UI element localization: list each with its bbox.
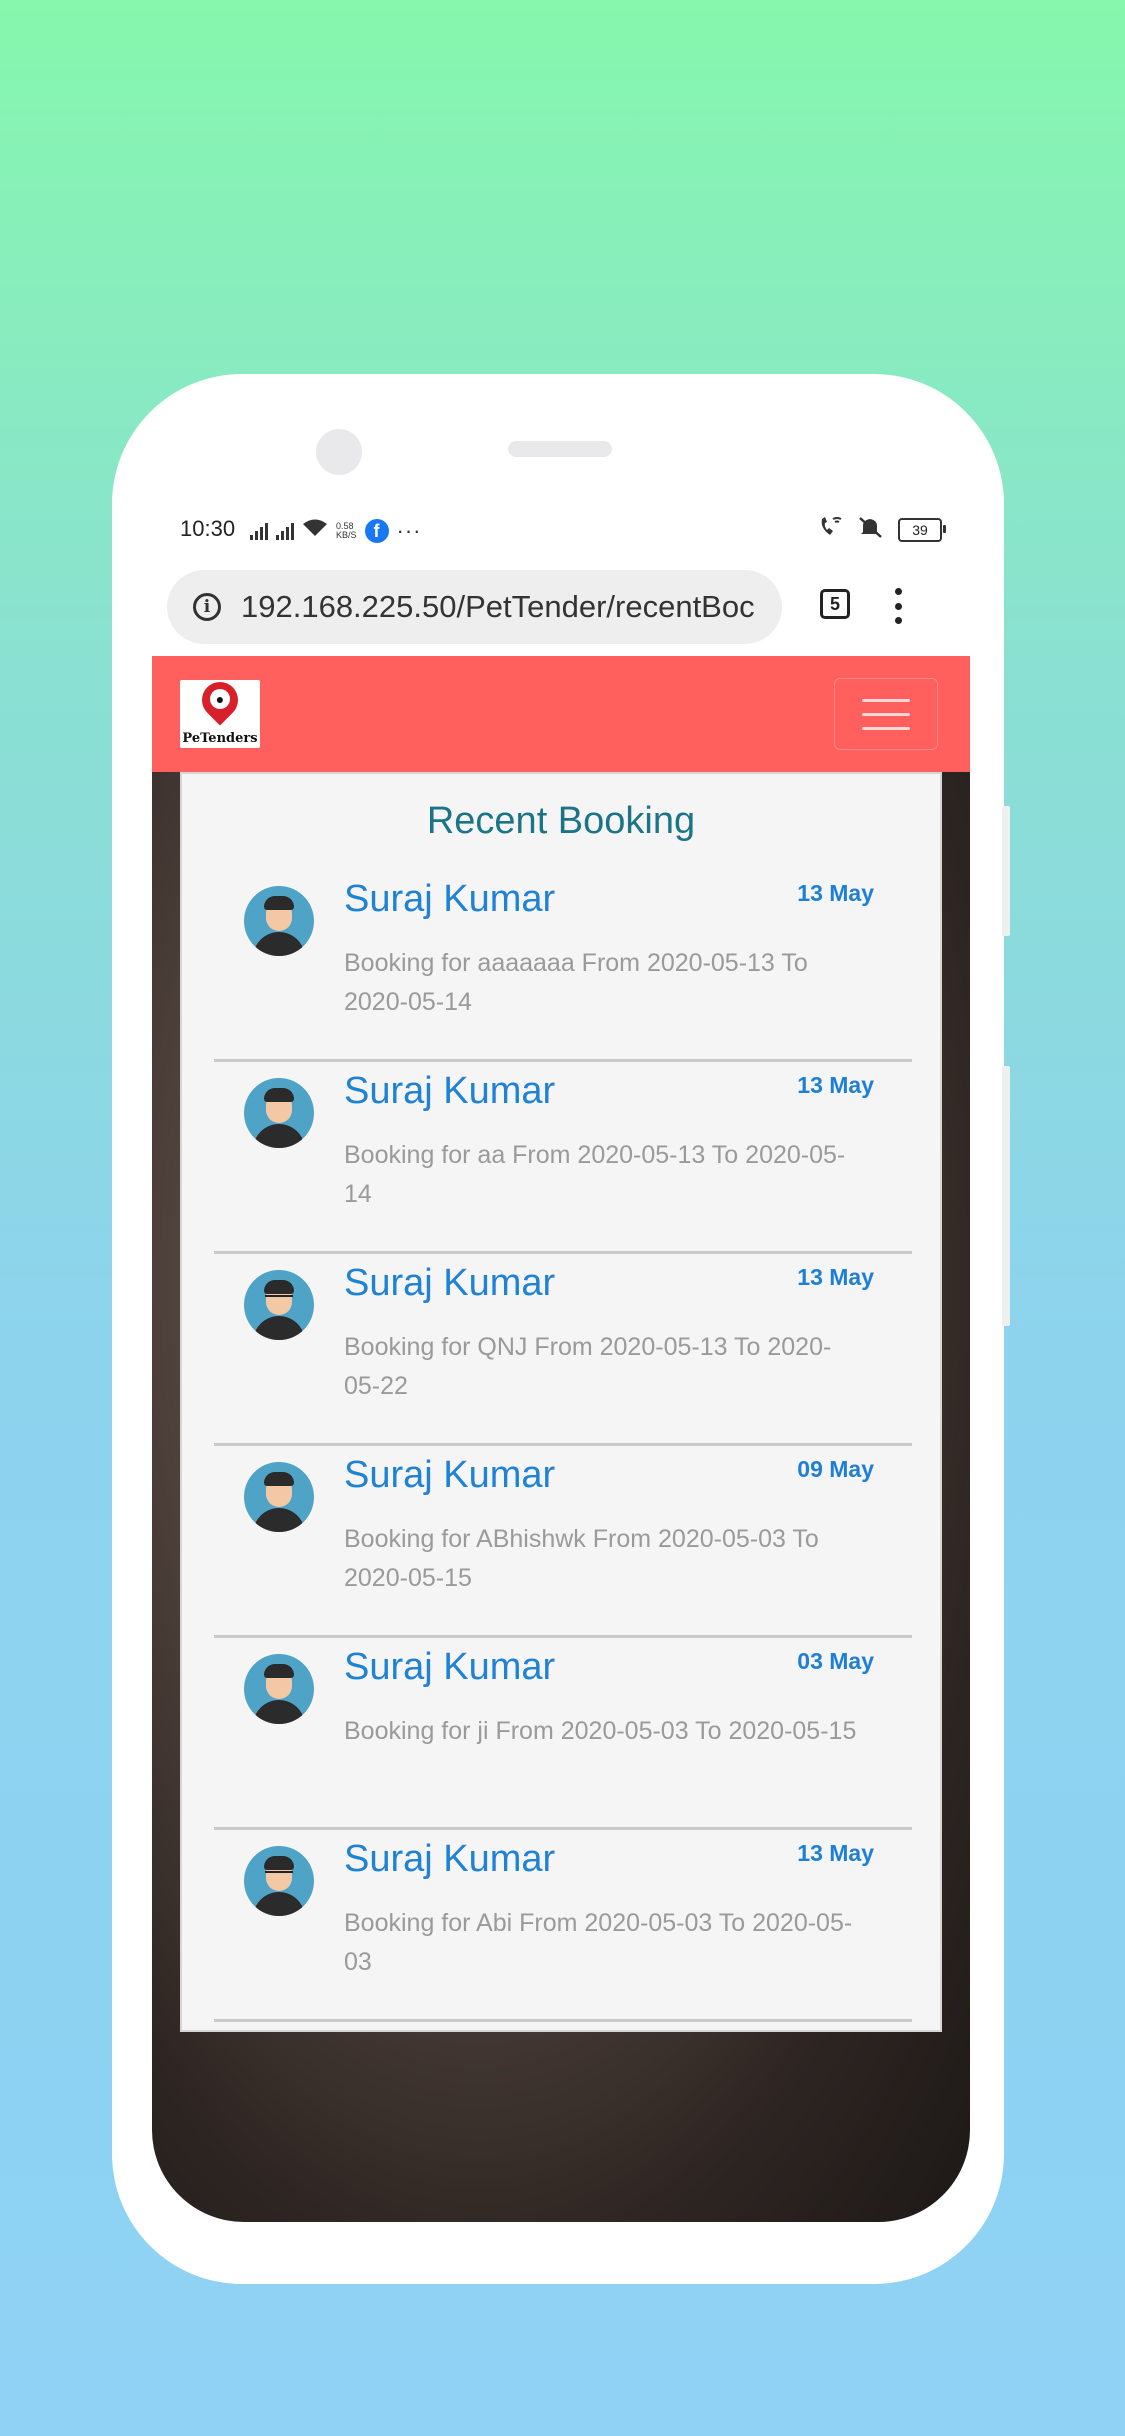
booking-date: 13 May	[797, 1264, 874, 1290]
booking-user-name: Suraj Kumar	[344, 1070, 556, 1112]
booking-description: Booking for Abi From 2020-05-03 To 2020-…	[344, 1909, 853, 1976]
booking-item[interactable]: Suraj Kumar 03 May Booking for ji From 2…	[214, 1638, 912, 1830]
phone-frame: 10:30 0.58 KB/S f ··· 39 i 192.168.225.5…	[112, 374, 1010, 2284]
address-bar[interactable]: i 192.168.225.50/PetTender/recentBoc	[167, 570, 782, 644]
booking-user-name: Suraj Kumar	[344, 878, 556, 920]
booking-item[interactable]: Suraj Kumar 13 May Booking for QNJ From …	[214, 1254, 912, 1446]
booking-user-name: Suraj Kumar	[344, 1838, 556, 1880]
facebook-icon: f	[364, 519, 389, 543]
booking-user-name: Suraj Kumar	[344, 1262, 556, 1304]
booking-item[interactable]: Suraj Kumar 13 May Booking for aaaaaaa F…	[214, 870, 912, 1062]
booking-description: Booking for aaaaaaa From 2020-05-13 To 2…	[344, 949, 808, 1016]
status-left-icons: 0.58 KB/S f ···	[250, 518, 422, 544]
status-time: 10:30	[180, 516, 236, 541]
power-button	[1002, 1066, 1010, 1326]
volume-button	[1002, 806, 1010, 936]
signal-icon	[250, 522, 268, 540]
status-right-icons: 39	[818, 516, 946, 544]
status-bar: 10:30 0.58 KB/S f ··· 39	[152, 500, 970, 560]
browser-toolbar: i 192.168.225.50/PetTender/recentBoc 5	[152, 564, 970, 652]
web-page: ● PeTenders Recent Booking Suraj Kumar 1…	[152, 656, 970, 2222]
booking-list: Suraj Kumar 13 May Booking for aaaaaaa F…	[214, 870, 912, 2022]
site-navbar: ● PeTenders	[152, 656, 970, 772]
logo-text: PeTenders	[182, 731, 258, 746]
tab-switcher-button[interactable]: 5	[820, 589, 850, 619]
avatar	[244, 1078, 314, 1148]
recent-booking-card: Recent Booking Suraj Kumar 13 May Bookin…	[180, 772, 942, 2032]
browser-menu-icon[interactable]	[894, 588, 902, 624]
hamburger-menu-button[interactable]	[834, 678, 938, 750]
booking-item[interactable]: Suraj Kumar 13 May Booking for Abi From …	[214, 1830, 912, 2022]
booking-description: Booking for ji From 2020-05-03 To 2020-0…	[344, 1717, 857, 1745]
front-camera	[316, 429, 362, 475]
earpiece-speaker	[508, 441, 612, 457]
paw-icon: ●	[210, 689, 230, 709]
booking-user-name: Suraj Kumar	[344, 1454, 556, 1496]
avatar	[244, 886, 314, 956]
mute-icon	[858, 516, 884, 544]
wifi-call-icon	[818, 516, 844, 544]
booking-description: Booking for ABhishwk From 2020-05-03 To …	[344, 1525, 819, 1592]
booking-date: 13 May	[797, 1072, 874, 1098]
info-icon[interactable]: i	[193, 593, 221, 621]
booking-item[interactable]: Suraj Kumar 13 May Booking for aa From 2…	[214, 1062, 912, 1254]
site-logo[interactable]: ● PeTenders	[180, 674, 260, 748]
signal-icon-2	[276, 522, 294, 540]
url-text[interactable]: 192.168.225.50/PetTender/recentBoc	[241, 589, 766, 625]
avatar	[244, 1846, 314, 1916]
avatar	[244, 1654, 314, 1724]
battery-icon: 39	[898, 518, 946, 542]
avatar	[244, 1462, 314, 1532]
page-title: Recent Booking	[426, 800, 696, 842]
wifi-icon	[302, 518, 328, 544]
booking-user-name: Suraj Kumar	[344, 1646, 556, 1688]
booking-description: Booking for QNJ From 2020-05-13 To 2020-…	[344, 1333, 832, 1400]
booking-date: 13 May	[797, 1840, 874, 1866]
booking-description: Booking for aa From 2020-05-13 To 2020-0…	[344, 1141, 846, 1208]
booking-date: 13 May	[797, 880, 874, 906]
more-notifications-icon: ···	[396, 518, 422, 543]
booking-date: 03 May	[797, 1648, 874, 1674]
data-speed: 0.58 KB/S	[336, 522, 357, 540]
data-speed-unit: KB/S	[336, 530, 357, 540]
avatar	[244, 1270, 314, 1340]
booking-date: 09 May	[797, 1456, 874, 1482]
phone-screen: 10:30 0.58 KB/S f ··· 39 i 192.168.225.5…	[152, 500, 970, 2222]
booking-item[interactable]: Suraj Kumar 09 May Booking for ABhishwk …	[214, 1446, 912, 1638]
